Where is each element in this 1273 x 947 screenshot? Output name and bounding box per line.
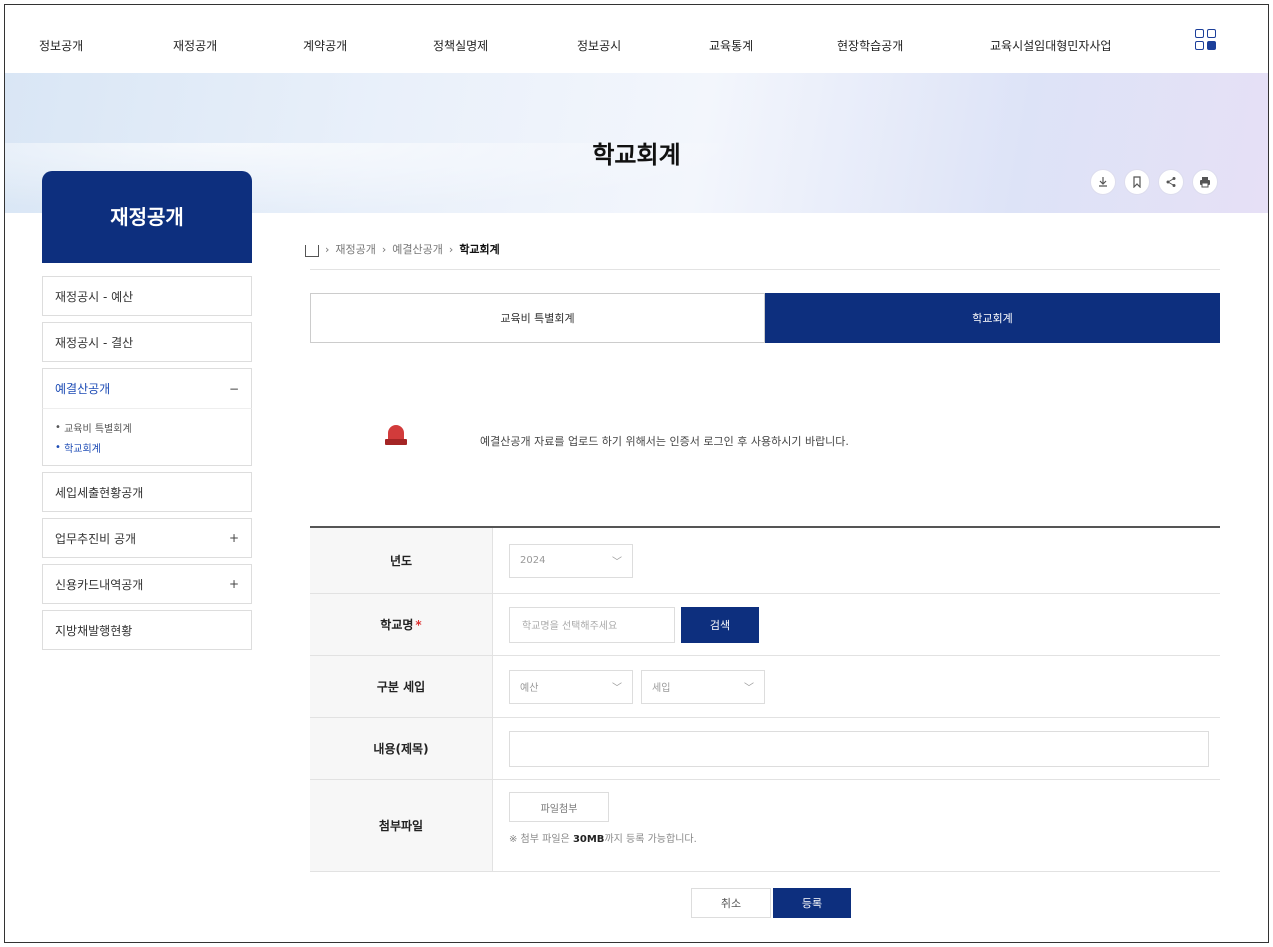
nav-item-info-notice[interactable]: 정보공시 — [577, 37, 621, 54]
breadcrumb-separator: › — [448, 242, 454, 256]
form-row-attachment: 첨부파일 파일첨부 ※ 첨부 파일은 30MB까지 등록 가능합니다. — [310, 780, 1220, 872]
page-title: 학교회계 — [592, 141, 681, 169]
sidebar-item-label: 지방채발행현황 — [55, 623, 133, 638]
form-row-category: 구분 세입 예산 ﹀ 세입 ﹀ — [310, 656, 1220, 718]
divider — [310, 269, 1220, 270]
sidebar-item-label: 업무추진비 공개 — [55, 531, 137, 546]
year-select[interactable]: 2024 ﹀ — [509, 543, 633, 578]
sidebar-item-credit-card[interactable]: 신용카드내역공개 + — [42, 564, 252, 604]
tab-school-account[interactable]: 학교회계 — [765, 293, 1220, 343]
sidebar-item-business-expense[interactable]: 업무추진비 공개 + — [42, 518, 252, 558]
sidebar-subitem-special-account[interactable]: • 교육비 특별회계 — [55, 417, 239, 437]
breadcrumb-separator: › — [325, 242, 330, 256]
expand-icon[interactable]: + — [229, 531, 239, 545]
breadcrumb-item[interactable]: 재정공개 — [335, 241, 375, 257]
nav-item-facility-project[interactable]: 교육시설임대형민자사업 — [990, 37, 1111, 54]
form-row-content: 내용(제목) — [310, 718, 1220, 780]
sidebar-subitem-school-account[interactable]: • 학교회계 — [55, 437, 239, 457]
download-icon[interactable] — [1090, 169, 1116, 195]
print-icon[interactable] — [1192, 169, 1218, 195]
category-sub-select[interactable]: 세입 ﹀ — [641, 669, 765, 704]
chevron-down-icon: ﹀ — [744, 683, 754, 694]
upload-form: 년도 2024 ﹀ 학교명 * 학교명을 선택해주세요 검색 구분 세입 예산 ﹀ 세… — [310, 526, 1220, 872]
nav-item-policy-real-name[interactable]: 정책실명제 — [433, 37, 488, 54]
notice-text: 예결산공개 자료를 업로드 하기 위해서는 인증서 로그인 후 사용하시기 바랍… — [480, 435, 849, 448]
nav-item-finance-disclosure[interactable]: 재정공개 — [173, 37, 217, 54]
expand-icon[interactable]: + — [229, 577, 239, 591]
sidebar-submenu: • 교육비 특별회계 • 학교회계 — [42, 408, 252, 466]
sidebar-item-label: 재정공시 - 예산 — [55, 289, 134, 304]
attachment-hint: ※ 첨부 파일은 30MB까지 등록 가능합니다. — [509, 834, 697, 845]
sidebar-menu: 재정공시 - 예산 재정공시 - 결산 예결산공개 − • 교육비 특별회계 •… — [42, 276, 252, 656]
sidebar-item-label: 재정공시 - 결산 — [55, 335, 134, 350]
page-tools — [1090, 169, 1218, 195]
sidebar-item-label: 예결산공개 — [55, 382, 111, 396]
content-label: 내용(제목) — [310, 718, 493, 779]
search-button[interactable]: 검색 — [681, 606, 759, 643]
category-label: 구분 세입 — [310, 656, 493, 717]
siren-icon — [385, 423, 407, 447]
sidebar-item-local-bond[interactable]: 지방채발행현황 — [42, 610, 252, 650]
school-input[interactable]: 학교명을 선택해주세요 — [509, 606, 675, 643]
page-frame: 정보공개 재정공개 계약공개 정책실명제 정보공시 교육통계 현장학습공개 교육… — [4, 4, 1269, 943]
tab-special-account[interactable]: 교육비 특별회계 — [310, 293, 765, 343]
content-input[interactable] — [509, 730, 1209, 767]
sidebar-item-label: 신용카드내역공개 — [55, 577, 144, 592]
submit-button[interactable]: 등록 — [773, 888, 851, 918]
sidebar-item-label: 세입세출현황공개 — [55, 485, 144, 500]
school-label: 학교명 * — [310, 594, 493, 655]
breadcrumb-item[interactable]: 예결산공개 — [392, 241, 443, 257]
form-row-school: 학교명 * 학교명을 선택해주세요 검색 — [310, 594, 1220, 656]
home-icon[interactable] — [305, 245, 319, 257]
file-attach-button[interactable]: 파일첨부 — [509, 792, 609, 822]
cancel-button[interactable]: 취소 — [691, 888, 771, 918]
sidebar-item-settlement[interactable]: 재정공시 - 결산 — [42, 322, 252, 362]
attachment-label: 첨부파일 — [310, 780, 493, 871]
sidebar-item-budget[interactable]: 재정공시 - 예산 — [42, 276, 252, 316]
breadcrumb: › 재정공개 › 예결산공개 › 학교회계 — [305, 241, 500, 257]
share-icon[interactable] — [1158, 169, 1184, 195]
nav-item-field-study[interactable]: 현장학습공개 — [837, 37, 903, 54]
login-notice: 예결산공개 자료를 업로드 하기 위해서는 인증서 로그인 후 사용하시기 바랍… — [310, 365, 1220, 505]
chevron-down-icon: ﹀ — [612, 683, 622, 694]
form-row-year: 년도 2024 ﹀ — [310, 528, 1220, 594]
nav-item-info-disclosure[interactable]: 정보공개 — [39, 37, 83, 54]
collapse-icon[interactable]: − — [229, 382, 239, 396]
required-marker: * — [415, 617, 422, 632]
breadcrumb-separator: › — [381, 242, 387, 256]
breadcrumb-current: 학교회계 — [459, 243, 500, 256]
nav-item-education-stats[interactable]: 교육통계 — [709, 37, 753, 54]
sidebar-title: 재정공개 — [42, 171, 252, 263]
sidebar-item-revenue-expense[interactable]: 세입세출현황공개 — [42, 472, 252, 512]
account-tabs: 교육비 특별회계 학교회계 — [310, 293, 1220, 343]
sidebar-item-budget-settlement[interactable]: 예결산공개 − — [42, 368, 252, 408]
form-actions: 취소 등록 — [691, 888, 851, 918]
chevron-down-icon: ﹀ — [612, 557, 622, 568]
year-label: 년도 — [310, 528, 493, 593]
category-select[interactable]: 예산 ﹀ — [509, 669, 633, 704]
top-nav: 정보공개 재정공개 계약공개 정책실명제 정보공시 교육통계 현장학습공개 교육… — [5, 5, 1268, 73]
bookmark-icon[interactable] — [1124, 169, 1150, 195]
nav-item-contract-disclosure[interactable]: 계약공개 — [303, 37, 347, 54]
apps-grid-icon[interactable] — [1195, 29, 1217, 51]
